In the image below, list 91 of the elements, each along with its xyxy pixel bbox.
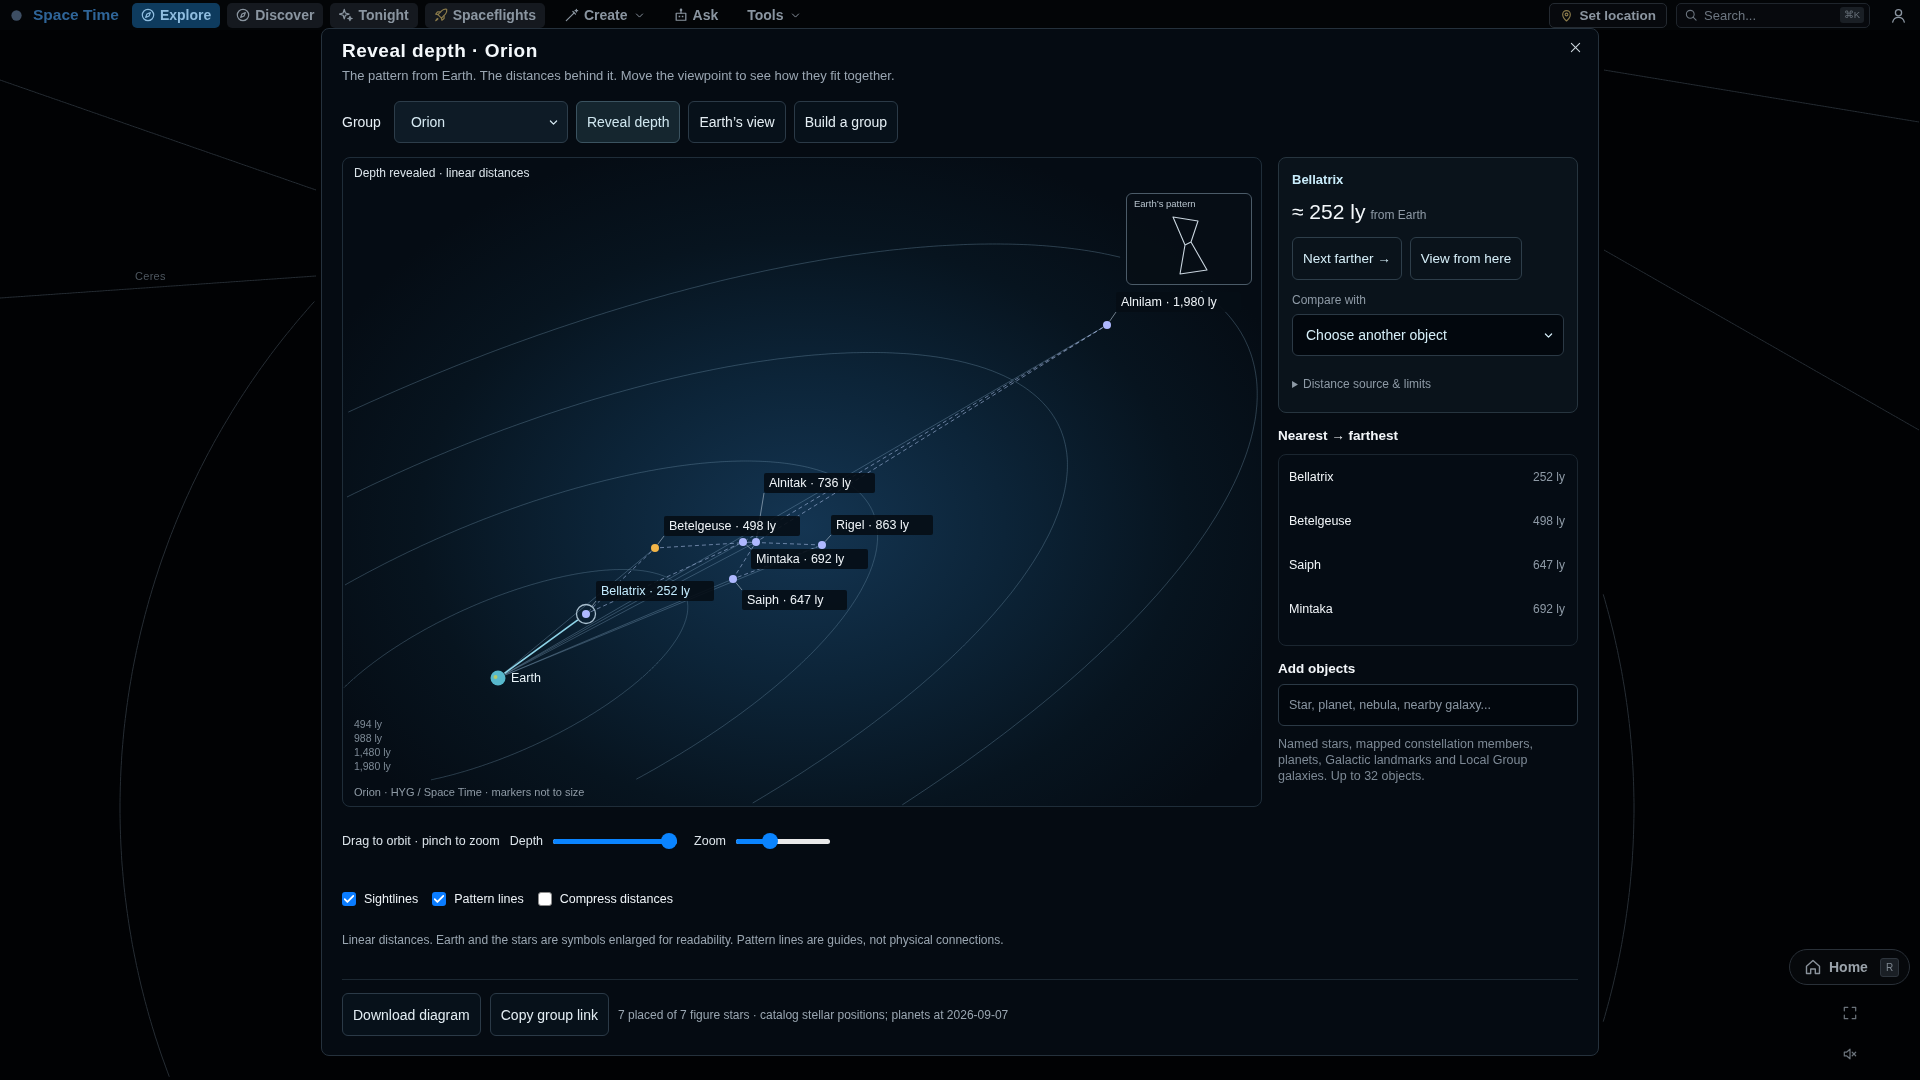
nav-tab[interactable]: Discover: [227, 2, 324, 28]
help-text: Named stars, mapped constellation members, planets, Galactic landmarks and Local Group galaxies. Up to 32 objects.: [1278, 736, 1534, 784]
group-select[interactable]: Orion: [393, 101, 568, 143]
leader-line: [657, 535, 665, 545]
slider-thumb[interactable]: [761, 833, 778, 849]
download-button[interactable]: Download diagram: [342, 993, 481, 1036]
earth-label: Earth: [511, 670, 541, 686]
copy-link-button[interactable]: Copy group link: [489, 993, 609, 1036]
slider-label: Depth: [509, 833, 544, 849]
ranking-item[interactable]: Betelgeuse 498 ly: [1279, 499, 1577, 543]
diagram-caption: Depth revealed · linear distances: [354, 165, 530, 181]
fullscreen-icon[interactable]: [1842, 1006, 1857, 1020]
leader-line: [824, 534, 832, 543]
nav-tab[interactable]: Ask: [664, 2, 728, 28]
scale-label: 494 ly: [354, 717, 383, 731]
wand-icon: [564, 8, 579, 22]
field-label: Group: [342, 113, 381, 131]
view-mode-button[interactable]: Earth’s view: [688, 101, 786, 143]
earth-icon: [490, 670, 506, 686]
view-from-here-button[interactable]: View from here: [1409, 237, 1523, 280]
scale-label: 988 ly: [354, 731, 383, 745]
compass-icon: [236, 8, 251, 22]
shortcut-key: R: [1880, 957, 1899, 977]
ranking-item[interactable]: Mintaka 692 ly: [1279, 587, 1577, 631]
scale-label: 1,980 ly: [354, 759, 391, 773]
compare-select[interactable]: Choose another object: [1292, 314, 1564, 356]
leader-line: [735, 582, 743, 591]
slider-label: Zoom: [694, 833, 727, 849]
slider-thumb[interactable]: [661, 833, 678, 849]
star-label: Bellatrix · 252 ly: [596, 581, 714, 601]
dialog-title: Reveal depth · Orion: [342, 39, 538, 63]
star-name: Bellatrix: [1292, 172, 1345, 188]
nav-tab[interactable]: Explore: [131, 2, 221, 28]
house-icon: [1805, 959, 1821, 975]
close-icon: [1569, 41, 1581, 53]
app-title: Space Time: [33, 6, 119, 24]
planet-icon: [9, 7, 24, 23]
pin-icon: [1560, 8, 1574, 22]
star-label: Rigel · 863 ly: [831, 515, 933, 535]
leader-line: [745, 544, 752, 550]
nav-tab[interactable]: Create: [555, 2, 654, 28]
sparkles-icon: [339, 8, 354, 22]
constellation-pattern-drawing: [1172, 216, 1209, 276]
section-heading: Add objects: [1278, 660, 1357, 678]
status-text: 7 placed of 7 figure stars · catalog stellar positions; planets at 2026-09-07: [618, 1006, 1009, 1023]
disclosure-toggle[interactable]: Distance source & limits: [1292, 376, 1432, 392]
compare-label: Compare with: [1292, 292, 1368, 308]
compass-icon: [140, 8, 155, 22]
star-label: Mintaka · 692 ly: [751, 549, 869, 569]
nav-tab[interactable]: Spaceflights: [424, 2, 545, 28]
dialog-subtitle: The pattern from Earth. The distances behind it. Move the viewpoint to see how they fit together.: [342, 67, 896, 85]
leader-line: [1109, 311, 1117, 322]
star-label: Betelgeuse · 498 ly: [664, 516, 800, 536]
ranking-item[interactable]: Saiph 647 ly: [1279, 543, 1577, 587]
scale-label: 1,480 ly: [354, 745, 391, 759]
checkbox[interactable]: [432, 892, 447, 906]
leader-line: [591, 600, 597, 607]
distance-reading: ≈ 252 ly: [1292, 199, 1366, 225]
distance-note: from Earth: [1370, 207, 1427, 224]
diagram-credit: Orion · HYG / Space Time · markers not to size: [354, 785, 585, 799]
shortcut-key: ⌘K: [1839, 7, 1864, 23]
nav-tab[interactable]: Tools: [738, 2, 810, 28]
view-mode-button[interactable]: Reveal depth: [575, 101, 681, 143]
rocket-icon: [433, 8, 448, 22]
checkbox-label: Sightlines: [364, 891, 419, 907]
checkbox-label: Pattern lines: [454, 891, 524, 907]
disclosure-triangle-icon: [1292, 380, 1298, 388]
checkbox[interactable]: [537, 892, 552, 906]
location-button[interactable]: Set location: [1549, 2, 1667, 28]
inset-title: Earth’s pattern: [1134, 198, 1196, 210]
add-objects-field[interactable]: Star, planet, nebula, nearby galaxy...: [1278, 684, 1578, 726]
search-input[interactable]: Search...: [1704, 7, 1833, 23]
section-heading: Nearest → farthest: [1278, 427, 1400, 445]
range-slider[interactable]: [553, 833, 678, 849]
note-text: Linear distances. Earth and the stars are symbols enlarged for readability. Pattern lines are guides, not physical connections.: [342, 932, 1004, 949]
next-farther-button[interactable]: Next farther →: [1292, 237, 1402, 280]
home-button[interactable]: Home R: [1789, 949, 1910, 985]
hint-text: Drag to orbit · pinch to zoom: [342, 833, 500, 849]
search-icon: [1685, 9, 1697, 21]
view-mode-button[interactable]: Build a group: [793, 101, 899, 143]
ranking-item[interactable]: Bellatrix 252 ly: [1279, 455, 1577, 499]
star-label: Saiph · 647 ly: [742, 590, 848, 610]
body-label: Ceres: [135, 269, 166, 283]
star-label: Alnitak · 736 ly: [764, 473, 875, 493]
muted-speaker-icon[interactable]: [1842, 1047, 1857, 1061]
checkbox[interactable]: [342, 892, 356, 906]
nav-tab[interactable]: Tonight: [330, 2, 418, 28]
user-icon[interactable]: [1891, 7, 1906, 23]
checkbox-label: Compress distances: [559, 891, 673, 907]
robot-icon: [673, 8, 688, 22]
range-slider[interactable]: [736, 833, 831, 849]
